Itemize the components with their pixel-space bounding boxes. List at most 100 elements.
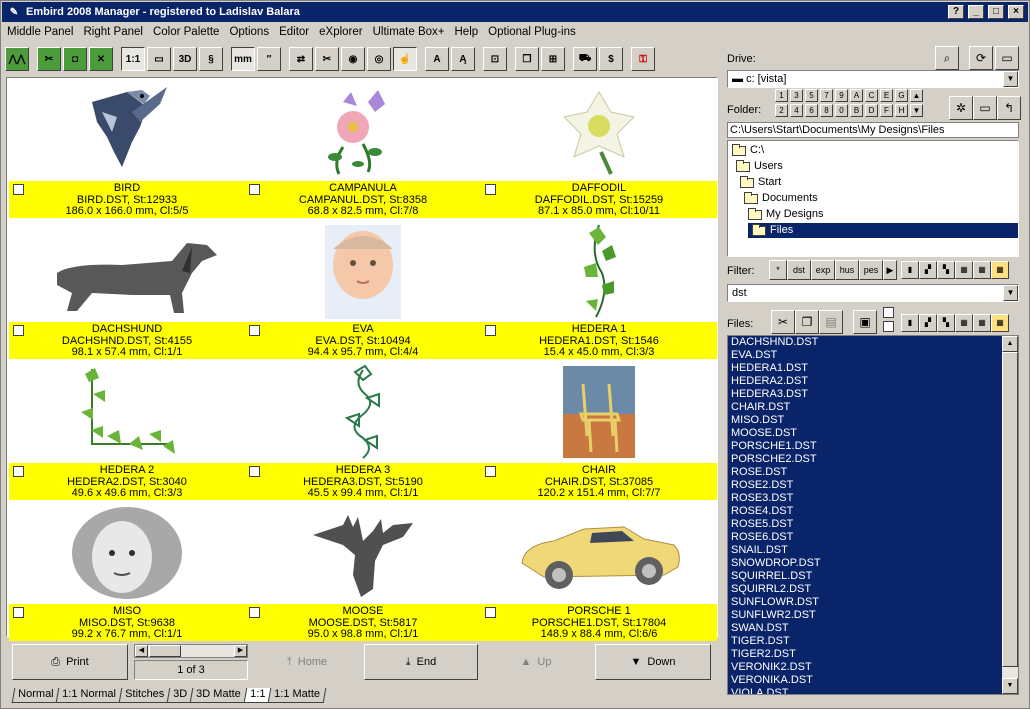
ivy-embroidery-icon[interactable] [481,220,717,322]
select-checkbox[interactable] [13,325,24,336]
design-tile[interactable]: PORSCHE 1 PORSCHE1.DST, St:17804 148.9 x 8… [481,502,717,643]
child-portrait-embroidery-icon[interactable] [9,502,245,604]
folder-up-icon[interactable]: ↰ [997,96,1021,120]
design-tile[interactable]: HEDERA 2 HEDERA2.DST, St:3040 49.6 x 49.6 … [9,361,245,502]
filter-select[interactable]: dst ▼ [727,284,1019,302]
folder-key[interactable]: 5 [805,89,818,102]
select-checkbox[interactable] [13,466,24,477]
eye-hand-icon[interactable]: ☝ [393,47,417,71]
file-list-item[interactable]: VERONIK2.DST [728,661,1018,674]
tree-node-my-designs[interactable]: My Designs [748,207,823,222]
grid-2x1-icon[interactable]: ▞ [919,314,937,332]
edit-design-icon[interactable]: ✂ [37,47,61,71]
scroll-up-icon[interactable]: ▲ [1002,336,1018,352]
down-button[interactable]: ▼ Down [595,644,711,680]
filter-exp-button[interactable]: exp [811,260,835,280]
file-list-item[interactable]: ROSE4.DST [728,505,1018,518]
select-checkbox[interactable] [485,466,496,477]
folder-key[interactable]: C [865,89,878,102]
eye-icon[interactable]: ◉ [341,47,365,71]
chevron-down-icon[interactable]: ▼ [1003,285,1018,301]
file-list-item[interactable]: SQUIRREL.DST [728,570,1018,583]
folder-key[interactable]: 9 [835,89,848,102]
folder-key[interactable]: 8 [820,104,833,117]
design-tile[interactable]: DAFFODIL DAFFODIL.DST, St:15259 87.1 x 85.… [481,79,717,220]
close-button[interactable]: × [1008,5,1024,19]
scroll-icon[interactable]: § [199,47,223,71]
select-checkbox[interactable] [485,607,496,618]
up-button[interactable]: ▲ Up [478,644,594,680]
tree-icon[interactable]: ⊞ [541,47,565,71]
file-list-item[interactable]: TIGER.DST [728,635,1018,648]
print-button[interactable]: ⎙ Print [12,644,128,680]
select-checkbox[interactable] [13,607,24,618]
chevron-down-icon[interactable]: ▼ [1003,71,1018,87]
grid-1x1-icon[interactable]: ▮ [901,314,919,332]
file-list-item[interactable]: ROSE6.DST [728,531,1018,544]
filter-dst-button[interactable]: dst [787,260,811,280]
file-list-item[interactable]: SUNFLWR2.DST [728,609,1018,622]
baby-face-embroidery-icon[interactable] [245,220,481,322]
text-button[interactable]: A [425,47,449,71]
select-checkbox[interactable] [13,184,24,195]
menu-color-palette[interactable]: Color Palette [148,26,224,38]
cut-icon[interactable]: ✂ [771,310,795,334]
ivy-outline-embroidery-icon[interactable] [245,361,481,463]
tree-node-users[interactable]: Users [736,159,783,174]
inch-icon[interactable]: ″ [257,47,281,71]
file-list-item[interactable]: DACHSHND.DST [728,336,1018,349]
filter-all-button[interactable]: * [769,260,787,280]
page-scrollbar[interactable]: ◀ ▶ [134,644,248,658]
menu-options[interactable]: Options [224,26,274,38]
tree-node-c[interactable]: C:\ [732,143,764,158]
copy-icon[interactable]: ❐ [795,310,819,334]
folder-key[interactable]: H [895,104,908,117]
folder-key[interactable]: F [880,104,893,117]
file-list-item[interactable]: ROSE2.DST [728,479,1018,492]
checkbox-bottom[interactable] [883,321,894,332]
bird-embroidery-icon[interactable] [9,79,245,181]
machine-icon[interactable]: ⊡ [483,47,507,71]
folder-key[interactable]: B [850,104,863,117]
menu-ultimate-box[interactable]: Ultimate Box+ [368,26,450,38]
home-button[interactable]: ⤒ Home [250,644,364,680]
paste-icon[interactable]: ▤ [819,310,843,334]
design-tile[interactable]: EVA EVA.DST, St:10494 94.4 x 95.7 mm, Cl:4… [245,220,481,361]
file-list-item[interactable]: SQUIRRL2.DST [728,583,1018,596]
text-style-icon[interactable]: Ą [451,47,475,71]
checkbox-top[interactable] [883,307,894,318]
end-button[interactable]: ⤓ End [364,644,478,680]
scroll-left-icon[interactable]: ◀ [135,645,148,657]
folder-key[interactable]: 1 [775,89,788,102]
folder-key[interactable]: E [880,89,893,102]
select-checkbox[interactable] [485,325,496,336]
file-list-item[interactable]: PORSCHE1.DST [728,440,1018,453]
folder-key[interactable]: G [895,89,908,102]
3d-view-button[interactable]: 3D [173,47,197,71]
file-list-item[interactable]: VIOLA.DST [728,687,1018,694]
stitch-view-icon[interactable]: ⋀⋀ [5,47,29,71]
grid-2x1-icon[interactable]: ▞ [919,261,937,279]
file-list-item[interactable]: EVA.DST [728,349,1018,362]
folder-key[interactable]: 4 [790,104,803,117]
select-checkbox[interactable] [249,184,260,195]
delete-icon[interactable]: ✕ [89,47,113,71]
file-list-item[interactable]: HEDERA1.DST [728,362,1018,375]
select-checkbox[interactable] [485,184,496,195]
dog-embroidery-icon[interactable] [9,220,245,322]
filter-more-icon[interactable]: ▶ [883,260,897,280]
file-list-item[interactable]: SWAN.DST [728,622,1018,635]
minimize-button[interactable]: _ [968,5,984,19]
camera-icon[interactable]: ◘ [63,47,87,71]
scissors-icon[interactable]: ✂ [315,47,339,71]
folder-key[interactable]: 2 [775,104,788,117]
file-list-item[interactable]: SNOWDROP.DST [728,557,1018,570]
grid-3x3-icon[interactable]: ▦ [973,314,991,332]
tab-3d-matte[interactable]: 3D Matte [190,688,248,703]
grid-1x1-icon[interactable]: ▮ [901,261,919,279]
key-icon[interactable]: ⚿ [631,47,655,71]
grid-3x2-icon[interactable]: ▦ [955,261,973,279]
tab-normal[interactable]: Normal [11,688,60,703]
folder-key[interactable]: 0 [835,104,848,117]
search-icon[interactable]: ⌕ [935,46,959,70]
